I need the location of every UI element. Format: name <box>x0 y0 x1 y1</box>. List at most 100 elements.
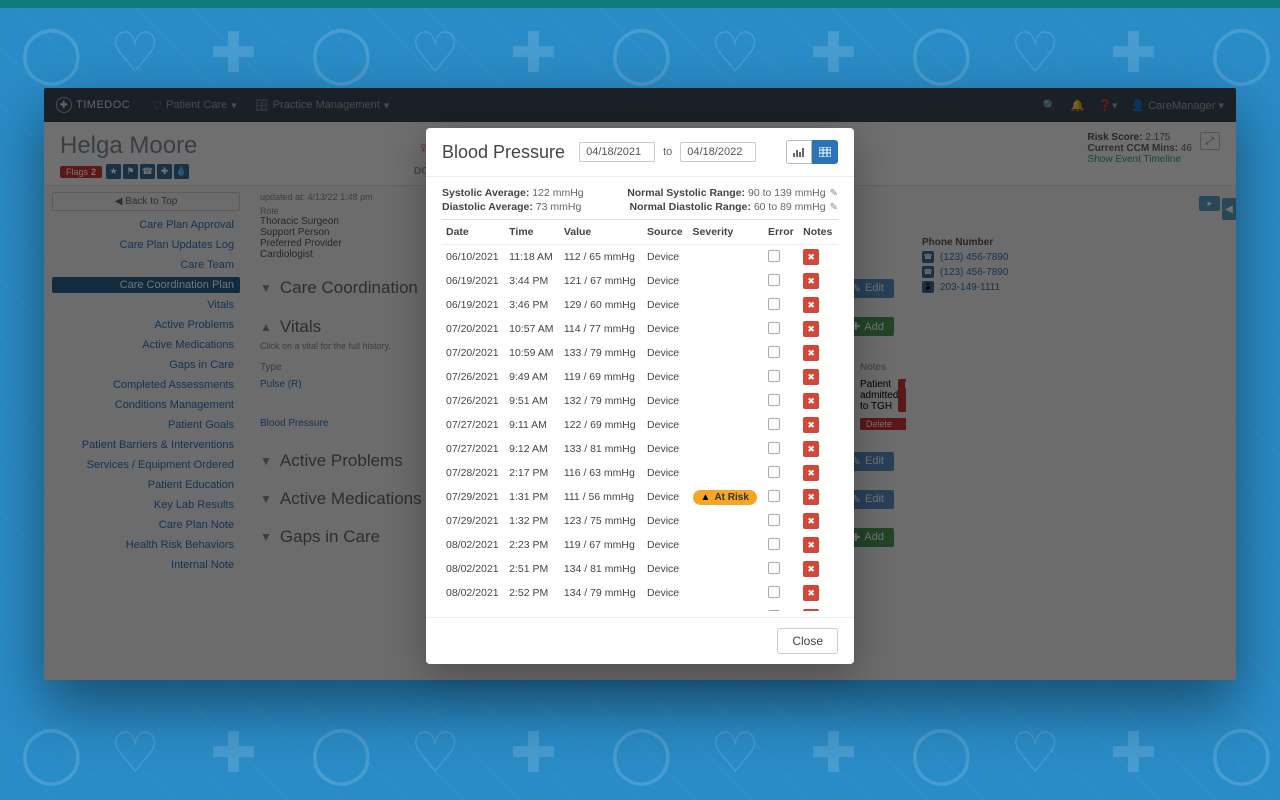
cell-value: 133 / 79 mmHg <box>560 341 643 365</box>
cell-notes: ✖ <box>799 389 838 413</box>
table-row: 07/27/20219:11 AM122 / 69 mmHgDevice✖ <box>442 413 838 437</box>
cell-notes: ✖ <box>799 437 838 461</box>
error-checkbox[interactable] <box>768 418 780 430</box>
error-checkbox[interactable] <box>768 298 780 310</box>
cell-notes: ✖ <box>799 365 838 389</box>
table-row: 06/10/202111:18 AM112 / 65 mmHgDevice✖ <box>442 245 838 270</box>
error-checkbox[interactable] <box>768 370 780 382</box>
column-header[interactable]: Severity <box>689 220 764 245</box>
cell-error <box>764 485 799 509</box>
delete-row-button[interactable]: ✖ <box>803 273 819 289</box>
delete-row-button[interactable]: ✖ <box>803 393 819 409</box>
cell-notes: ✖ <box>799 341 838 365</box>
cell-time: 11:18 AM <box>505 245 560 270</box>
error-checkbox[interactable] <box>768 346 780 358</box>
cell-severity <box>689 437 764 461</box>
delete-row-button[interactable]: ✖ <box>803 561 819 577</box>
cell-value: 121 / 67 mmHg <box>560 269 643 293</box>
cell-time: 4:47 PM <box>505 605 560 611</box>
delete-row-button[interactable]: ✖ <box>803 537 819 553</box>
cell-error <box>764 365 799 389</box>
cell-date: 08/03/2021 <box>442 605 505 611</box>
cell-value: 119 / 67 mmHg <box>560 533 643 557</box>
chart-view-button[interactable] <box>786 140 812 164</box>
delete-row-button[interactable]: ✖ <box>803 321 819 337</box>
column-header[interactable]: Value <box>560 220 643 245</box>
cell-time: 9:49 AM <box>505 365 560 389</box>
error-checkbox[interactable] <box>768 538 780 550</box>
cell-severity <box>689 557 764 581</box>
cell-error <box>764 533 799 557</box>
cell-severity <box>689 245 764 270</box>
cell-time: 9:12 AM <box>505 437 560 461</box>
cell-severity <box>689 365 764 389</box>
cell-time: 2:51 PM <box>505 557 560 581</box>
table-row: 07/20/202110:57 AM114 / 77 mmHgDevice✖ <box>442 317 838 341</box>
delete-row-button[interactable]: ✖ <box>803 465 819 481</box>
error-checkbox[interactable] <box>768 610 780 612</box>
cell-value: 116 / 63 mmHg <box>560 461 643 485</box>
error-checkbox[interactable] <box>768 514 780 526</box>
cell-severity: ▲ At Risk <box>689 485 764 509</box>
error-checkbox[interactable] <box>768 466 780 478</box>
cell-time: 3:44 PM <box>505 269 560 293</box>
error-checkbox[interactable] <box>768 442 780 454</box>
cell-severity <box>689 605 764 611</box>
error-checkbox[interactable] <box>768 490 780 502</box>
cell-source: Device <box>643 413 688 437</box>
delete-row-button[interactable]: ✖ <box>803 249 819 265</box>
cell-severity <box>689 581 764 605</box>
delete-row-button[interactable]: ✖ <box>803 585 819 601</box>
delete-row-button[interactable]: ✖ <box>803 609 819 611</box>
cell-value: 111 / 56 mmHg <box>560 485 643 509</box>
close-button[interactable]: Close <box>777 628 838 654</box>
cell-source: Device <box>643 389 688 413</box>
edit-range-icon[interactable]: ✎ <box>830 202 838 213</box>
delete-row-button[interactable]: ✖ <box>803 369 819 385</box>
cell-time: 1:31 PM <box>505 485 560 509</box>
cell-error <box>764 509 799 533</box>
delete-row-button[interactable]: ✖ <box>803 345 819 361</box>
error-checkbox[interactable] <box>768 274 780 286</box>
delete-row-button[interactable]: ✖ <box>803 441 819 457</box>
cell-value: 122 / 69 mmHg <box>560 413 643 437</box>
delete-row-button[interactable]: ✖ <box>803 489 819 505</box>
cell-time: 9:51 AM <box>505 389 560 413</box>
error-checkbox[interactable] <box>768 322 780 334</box>
cell-date: 07/26/2021 <box>442 389 505 413</box>
cell-severity <box>689 413 764 437</box>
cell-value: 129 / 60 mmHg <box>560 293 643 317</box>
column-header[interactable]: Date <box>442 220 505 245</box>
delete-row-button[interactable]: ✖ <box>803 417 819 433</box>
error-checkbox[interactable] <box>768 586 780 598</box>
cell-source: Device <box>643 461 688 485</box>
error-checkbox[interactable] <box>768 562 780 574</box>
column-header[interactable]: Time <box>505 220 560 245</box>
table-row: 08/02/20212:52 PM134 / 79 mmHgDevice✖ <box>442 581 838 605</box>
table-row: 07/29/20211:31 PM111 / 56 mmHgDevice▲ At… <box>442 485 838 509</box>
cell-source: Device <box>643 533 688 557</box>
cell-severity <box>689 461 764 485</box>
error-checkbox[interactable] <box>768 394 780 406</box>
cell-source: Device <box>643 557 688 581</box>
delete-row-button[interactable]: ✖ <box>803 513 819 529</box>
cell-date: 07/28/2021 <box>442 461 505 485</box>
date-from-input[interactable] <box>579 142 655 162</box>
date-to-input[interactable] <box>680 142 756 162</box>
delete-row-button[interactable]: ✖ <box>803 297 819 313</box>
cell-value: 114 / 77 mmHg <box>560 317 643 341</box>
cell-date: 08/02/2021 <box>442 557 505 581</box>
column-header[interactable]: Error <box>764 220 799 245</box>
column-header[interactable]: Notes <box>799 220 838 245</box>
cell-severity <box>689 317 764 341</box>
table-row: 07/27/20219:12 AM133 / 81 mmHgDevice✖ <box>442 437 838 461</box>
cell-severity <box>689 269 764 293</box>
error-checkbox[interactable] <box>768 250 780 262</box>
cell-notes: ✖ <box>799 317 838 341</box>
edit-range-icon[interactable]: ✎ <box>830 188 838 199</box>
cell-source: Device <box>643 605 688 611</box>
cell-date: 06/19/2021 <box>442 269 505 293</box>
table-view-button[interactable] <box>812 140 838 164</box>
modal-title: Blood Pressure <box>442 142 565 163</box>
column-header[interactable]: Source <box>643 220 688 245</box>
